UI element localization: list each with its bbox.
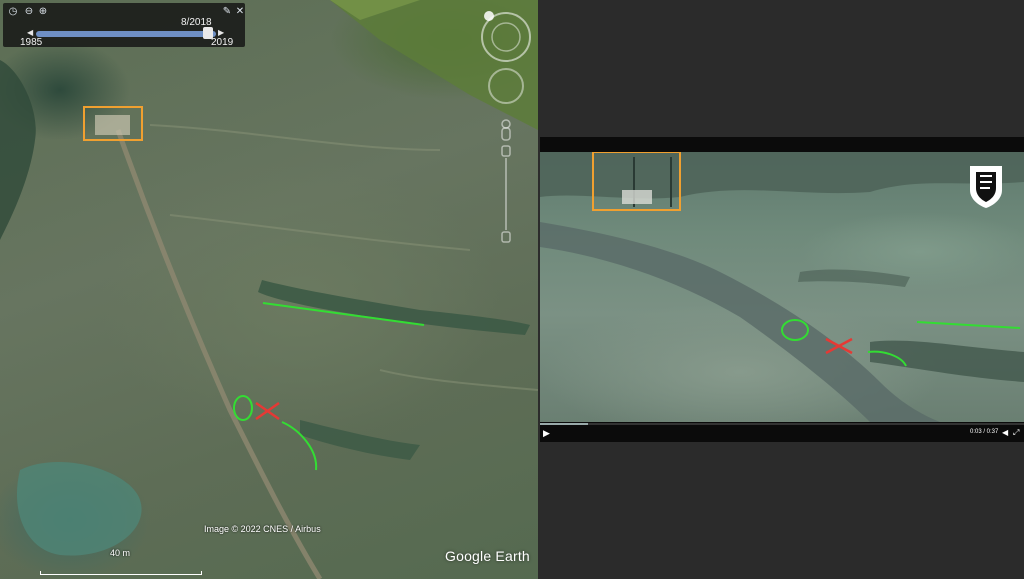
green-line-marker [916, 321, 1021, 329]
satellite-imagery[interactable] [0, 0, 538, 579]
street-view-body[interactable] [501, 127, 511, 141]
close-icon[interactable]: ✕ [234, 6, 246, 18]
video-time: 0:03 / 0:37 [970, 429, 999, 435]
fullscreen-icon[interactable]: ⤢ [1013, 428, 1019, 438]
google-earth-view[interactable]: ◷ ⊖ ⊕ ✎ ✕ 8/2018 ◀ ▶ 1985 2019 Image © 2… [0, 0, 538, 579]
green-circle-marker [233, 395, 253, 421]
volume-icon[interactable]: ◀ [1002, 428, 1008, 437]
highlight-box [592, 152, 681, 211]
video-annotations [592, 152, 1021, 367]
google-earth-logo: Google Earth [445, 548, 530, 564]
building [95, 115, 130, 135]
dirt-road [115, 129, 323, 579]
street-view-icon[interactable] [501, 119, 511, 129]
time-slider-track[interactable] [36, 31, 216, 37]
end-year: 2019 [211, 37, 234, 48]
start-year: 1985 [20, 37, 43, 48]
unit-emblem-icon [970, 166, 1002, 208]
scale-bar [40, 571, 202, 575]
track [379, 369, 538, 391]
video-player[interactable]: ▶ 0:03 / 0:37 ◀ ⤢ [540, 137, 1024, 442]
tree-line [0, 60, 36, 240]
video-controls[interactable]: ▶ 0:03 / 0:37 ◀ ⤢ [540, 423, 1024, 442]
pond [16, 461, 142, 556]
track [169, 214, 471, 251]
step-back-icon[interactable]: ◀ [27, 28, 33, 37]
historical-imagery-bar[interactable]: ◷ ⊖ ⊕ ✎ ✕ 8/2018 ◀ ▶ 1985 2019 [3, 3, 246, 48]
video-frame[interactable] [540, 152, 1024, 422]
compass-north-icon[interactable] [484, 11, 494, 21]
green-arc-marker [867, 350, 907, 367]
zoom-in-time-icon[interactable]: ⊕ [37, 6, 49, 18]
bushes [300, 420, 420, 460]
green-circle-marker [781, 319, 809, 341]
play-icon[interactable]: ▶ [543, 428, 550, 439]
video-progress-fill [540, 423, 589, 425]
imagery-attribution: Image © 2022 CNES / Airbus [204, 524, 321, 534]
zoom-minus-icon[interactable] [501, 231, 511, 243]
zoom-out-time-icon[interactable]: ⊖ [23, 6, 35, 18]
video-progress-bar[interactable] [540, 423, 1024, 425]
zoom-plus-icon[interactable] [501, 145, 511, 157]
scale-label: 40 m [110, 548, 131, 558]
step-forward-icon[interactable]: ▶ [218, 28, 224, 37]
track [149, 124, 441, 151]
wrench-icon[interactable]: ✎ [221, 6, 233, 18]
clock-icon[interactable]: ◷ [7, 6, 19, 18]
